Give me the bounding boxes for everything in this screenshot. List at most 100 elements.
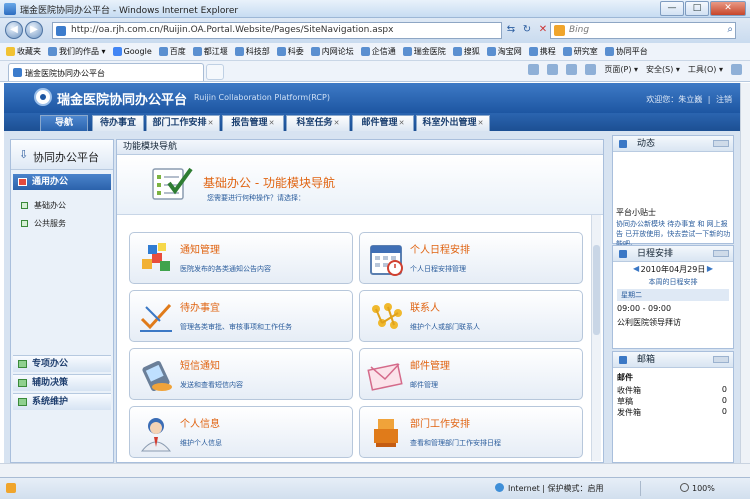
tab-reports[interactable]: 报告管理✕ xyxy=(222,115,284,131)
folder-icon xyxy=(18,178,27,186)
main-scrollbar[interactable] xyxy=(591,215,601,461)
tab-dept-outing[interactable]: 科室外出管理✕ xyxy=(416,115,490,131)
week-label: 本周的日程安排 xyxy=(648,278,698,286)
horizontal-scrollbar[interactable] xyxy=(0,463,750,477)
address-field[interactable]: http://oa.rjh.com.cn/Ruijin.OA.Portal.We… xyxy=(52,22,502,39)
notice-blocks-icon xyxy=(142,243,170,271)
module-icon xyxy=(21,220,28,227)
favorite-link[interactable]: 携程 xyxy=(528,46,556,57)
refresh-icon[interactable]: ↻ xyxy=(520,23,534,37)
favorite-link[interactable]: 百度 xyxy=(158,46,186,57)
mail-row-drafts[interactable]: 草稿 0 xyxy=(617,396,731,406)
search-field[interactable]: Bing ⌕ xyxy=(550,22,736,39)
module-card-dept-schedule[interactable]: 部门工作安排 查看和管理部门工作安排日程 xyxy=(359,406,583,458)
close-tab-icon[interactable]: ✕ xyxy=(399,119,405,127)
next-day-icon[interactable]: ▶ xyxy=(707,264,713,273)
panel-tools-icon[interactable] xyxy=(713,356,729,363)
hero-section: 基础办公 - 功能模块导航 您需要进行何种操作？请选择： xyxy=(117,155,603,215)
favorite-link[interactable]: 研究室 xyxy=(562,46,598,57)
page-scrollbar[interactable] xyxy=(740,83,750,463)
sidebar-group-special[interactable]: 专项办公 xyxy=(13,355,111,372)
close-tab-icon[interactable]: ✕ xyxy=(269,119,275,127)
favorite-link[interactable]: Google xyxy=(112,47,152,56)
close-tab-icon[interactable]: ✕ xyxy=(208,119,214,127)
sidebar-item-public-service[interactable]: 公共服务 xyxy=(21,218,66,229)
compat-view-icon[interactable]: ⇆ xyxy=(504,23,518,37)
close-tab-icon[interactable]: ✕ xyxy=(334,119,340,127)
tools-menu[interactable]: 工具(O) ▾ xyxy=(688,64,723,75)
stop-icon[interactable]: ✕ xyxy=(536,23,550,37)
favorites-button[interactable]: 收藏夹 xyxy=(6,46,41,57)
event-title[interactable]: 公利医院领导拜访 xyxy=(617,317,681,328)
contacts-icon xyxy=(372,303,402,329)
search-placeholder[interactable]: Bing xyxy=(569,25,589,35)
sidebar-item-basic-office[interactable]: 基础办公 xyxy=(21,200,66,211)
card-title: 部门工作安排 xyxy=(410,419,470,430)
page-menu[interactable]: 页面(P) ▾ xyxy=(604,64,638,75)
module-card-contacts[interactable]: 联系人 维护个人或部门联系人 xyxy=(359,290,583,342)
browser-tab[interactable]: 瑞金医院协同办公平台 xyxy=(8,63,204,81)
sidebar-group-general[interactable]: 通用办公 xyxy=(13,174,111,190)
module-card-notice[interactable]: 通知管理 医院发布的各类通知公告内容 xyxy=(129,232,353,284)
favorite-link[interactable]: 搜狐 xyxy=(452,46,480,57)
home-icon[interactable] xyxy=(528,64,540,75)
zoom-level[interactable]: 100% xyxy=(680,483,715,493)
tab-dept-schedule[interactable]: 部门工作安排✕ xyxy=(146,115,220,131)
favorite-link[interactable]: 科技部 xyxy=(234,46,270,57)
module-card-sms[interactable]: 短信通知 发送和查看短信内容 xyxy=(129,348,353,400)
favorite-link[interactable]: 企信通 xyxy=(360,46,396,57)
sidebar-group-system[interactable]: 系统维护 xyxy=(13,393,111,410)
security-zone[interactable]: Internet | 保护模式：启用 xyxy=(495,483,604,494)
logout-link[interactable]: 注销 xyxy=(716,95,732,104)
favorite-link[interactable]: 协同平台 xyxy=(604,46,648,57)
favorite-link[interactable]: 淘宝网 xyxy=(486,46,522,57)
card-title: 邮件管理 xyxy=(410,361,450,372)
page-icon xyxy=(234,47,244,56)
favorite-link[interactable]: 都江堰 xyxy=(192,46,228,57)
module-card-todo[interactable]: 待办事宜 管理各类审批、审核事项和工作任务 xyxy=(129,290,353,342)
close-button[interactable]: ✕ xyxy=(710,1,746,16)
panel-tools-icon[interactable] xyxy=(713,250,729,257)
card-title: 个人日程安排 xyxy=(410,245,470,256)
mail-icon[interactable] xyxy=(566,64,578,75)
feeds-icon[interactable] xyxy=(547,64,559,75)
tab-dept-tasks[interactable]: 科室任务✕ xyxy=(286,115,350,131)
module-card-profile[interactable]: 个人信息 维护个人信息 xyxy=(129,406,353,458)
maximize-button[interactable]: □ xyxy=(685,1,709,16)
back-arrow-icon[interactable]: ◀ xyxy=(5,21,23,39)
tab-navigation[interactable]: 导航 xyxy=(40,115,88,131)
schedule-title: 日程安排 xyxy=(637,249,674,259)
user-info: 欢迎您：朱立巍 | 注销 xyxy=(646,95,732,104)
scroll-thumb[interactable] xyxy=(593,245,600,335)
panel-tools-icon[interactable] xyxy=(713,140,729,147)
news-header: 动态 xyxy=(613,136,733,152)
favorite-link[interactable]: 内网论坛 xyxy=(310,46,354,57)
tab-mail[interactable]: 邮件管理✕ xyxy=(352,115,414,131)
module-icon xyxy=(21,202,28,209)
card-desc: 邮件管理 xyxy=(410,381,438,389)
address-url[interactable]: http://oa.rjh.com.cn/Ruijin.OA.Portal.We… xyxy=(71,25,393,35)
search-icon[interactable]: ⌕ xyxy=(727,24,733,35)
bing-icon xyxy=(554,25,565,36)
mail-row-outbox[interactable]: 发件箱 0 xyxy=(617,407,731,417)
tab-todo[interactable]: 待办事宜 xyxy=(92,115,144,131)
favorite-link[interactable]: 科委 xyxy=(276,46,304,57)
forward-arrow-icon[interactable]: ▶ xyxy=(25,21,43,39)
help-icon[interactable] xyxy=(731,64,742,75)
page-subheading: 您需要进行何种操作？请选择： xyxy=(207,194,305,202)
print-icon[interactable] xyxy=(585,64,597,75)
prev-day-icon[interactable]: ◀ xyxy=(633,264,639,273)
safety-menu[interactable]: 安全(S) ▾ xyxy=(646,64,680,75)
favorite-link[interactable]: 我们的作品 ▾ xyxy=(48,46,106,57)
minimize-button[interactable]: — xyxy=(660,1,684,16)
module-card-mail[interactable]: 邮件管理 邮件管理 xyxy=(359,348,583,400)
new-tab-button[interactable] xyxy=(206,64,224,80)
command-bar: 页面(P) ▾ 安全(S) ▾ 工具(O) ▾ xyxy=(520,64,742,75)
mail-row-inbox[interactable]: 收件箱 0 xyxy=(617,385,731,395)
card-desc: 个人日程安排管理 xyxy=(410,265,466,273)
page-icon xyxy=(310,47,320,56)
close-tab-icon[interactable]: ✕ xyxy=(478,119,484,127)
module-card-schedule[interactable]: 个人日程安排 个人日程安排管理 xyxy=(359,232,583,284)
favorite-link[interactable]: 瑞金医院 xyxy=(402,46,446,57)
sidebar-group-decision[interactable]: 辅助决策 xyxy=(13,374,111,391)
